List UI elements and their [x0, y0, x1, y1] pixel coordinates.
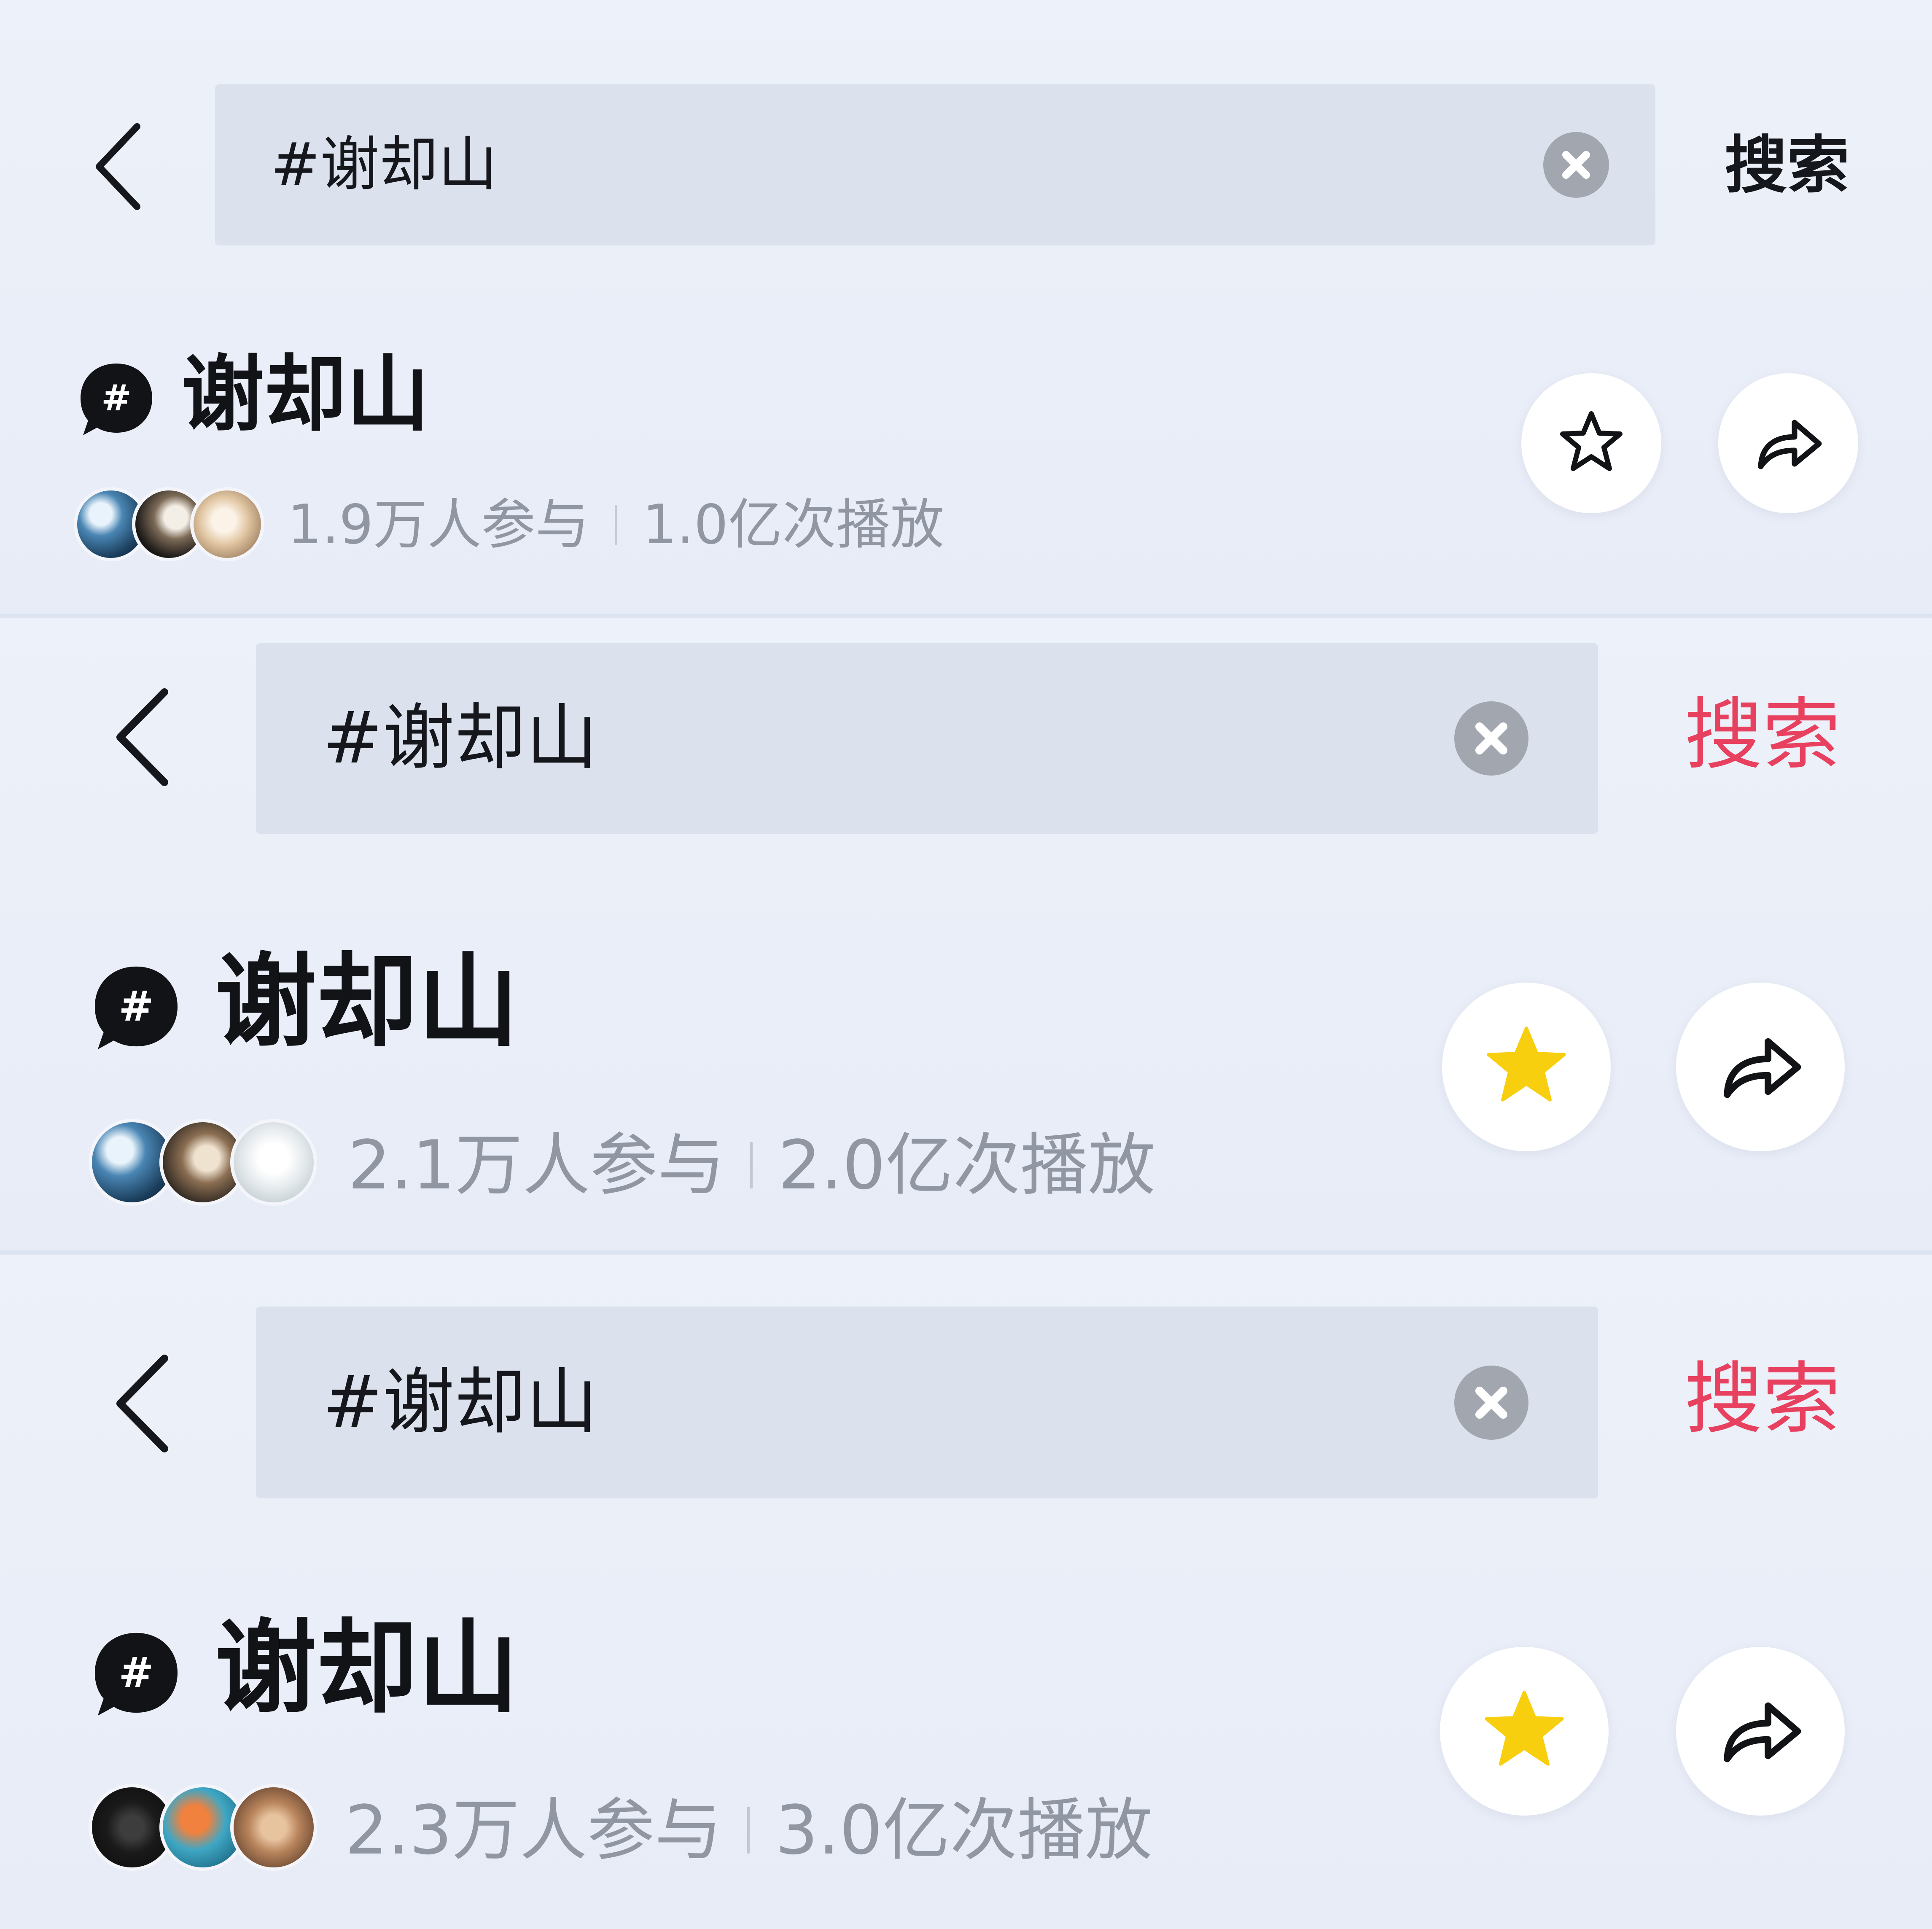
star-filled-icon	[1485, 1691, 1564, 1766]
stats-divider	[750, 1142, 753, 1188]
stats-divider	[614, 505, 617, 545]
participants-count: 2.3万人参与	[345, 1791, 722, 1870]
stats-divider	[747, 1807, 750, 1854]
topic-title: 谢却山	[215, 1609, 519, 1727]
topic-panel-3: #谢却山 搜索 # 谢却山 2.3万人参与 3.0亿次播放	[0, 1255, 1932, 1929]
favorite-button[interactable]	[1521, 373, 1661, 513]
hashtag-bubble-icon: #	[94, 1633, 178, 1716]
share-arrow-icon	[1758, 420, 1822, 469]
topic-title: 谢却山	[181, 347, 430, 443]
clear-circle-icon[interactable]	[1454, 701, 1528, 776]
play-count: 1.0亿次播放	[642, 493, 944, 556]
search-button[interactable]: 搜索	[1725, 134, 1849, 197]
search-field[interactable]: #谢却山	[215, 84, 1655, 245]
participants-count: 1.9万人参与	[288, 493, 589, 556]
participant-avatars	[74, 487, 268, 563]
clear-circle-icon[interactable]	[1454, 1366, 1528, 1440]
chevron-left-icon[interactable]	[108, 684, 175, 790]
search-field[interactable]: #谢却山	[256, 1307, 1598, 1498]
star-outline-icon	[1560, 411, 1623, 471]
search-button[interactable]: 搜索	[1684, 696, 1841, 774]
share-arrow-icon	[1724, 1702, 1801, 1762]
search-field[interactable]: #谢却山	[256, 643, 1598, 834]
participant-avatars	[89, 1119, 325, 1207]
avatar	[190, 487, 264, 561]
topic-panel-1: #谢却山 搜索 # 谢却山 1.9万人参与 1.0亿次播放	[0, 0, 1932, 618]
hashtag-bubble-icon: #	[94, 966, 178, 1050]
share-button[interactable]	[1718, 373, 1858, 513]
participant-avatars	[89, 1784, 325, 1872]
topic-title: 谢却山	[215, 943, 519, 1061]
search-input[interactable]: #谢却山	[323, 702, 597, 774]
avatar	[230, 1784, 317, 1871]
share-button[interactable]	[1676, 1647, 1845, 1816]
topic-stats: 2.1万人参与 2.0亿次播放	[348, 1132, 1155, 1199]
share-arrow-icon	[1724, 1038, 1801, 1098]
topic-panel-2: #谢却山 搜索 # 谢却山 2.1万人参与 2.0亿次播放	[0, 618, 1932, 1255]
topic-stats: 2.3万人参与 3.0亿次播放	[345, 1797, 1152, 1864]
share-button[interactable]	[1676, 983, 1845, 1151]
topic-stats: 1.9万人参与 1.0亿次播放	[288, 498, 944, 552]
favorite-button[interactable]	[1440, 1647, 1609, 1816]
chevron-left-icon[interactable]	[89, 120, 148, 213]
chevron-left-icon[interactable]	[108, 1351, 175, 1456]
play-count: 2.0亿次播放	[778, 1126, 1155, 1204]
search-input[interactable]: #谢却山	[323, 1366, 597, 1438]
svg-text:#: #	[118, 982, 153, 1031]
star-filled-icon	[1487, 1026, 1566, 1102]
svg-text:#: #	[118, 1649, 153, 1697]
hashtag-bubble-icon: #	[81, 364, 152, 435]
search-button[interactable]: 搜索	[1684, 1360, 1841, 1438]
play-count: 3.0亿次播放	[775, 1791, 1152, 1870]
avatar	[230, 1119, 317, 1206]
search-input[interactable]: #谢却山	[271, 135, 497, 194]
svg-text:#: #	[101, 377, 132, 419]
clear-circle-icon[interactable]	[1543, 132, 1609, 198]
favorite-button[interactable]	[1442, 983, 1611, 1151]
participants-count: 2.1万人参与	[348, 1126, 725, 1204]
